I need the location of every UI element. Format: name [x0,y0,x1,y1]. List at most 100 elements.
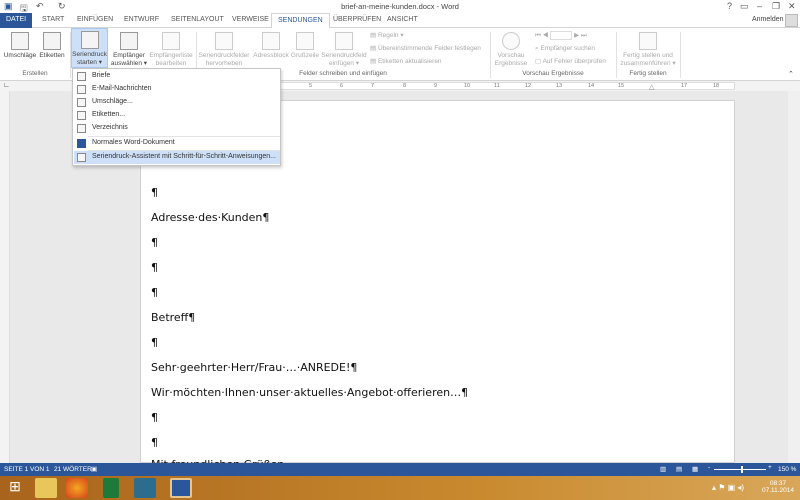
maximize-button[interactable]: ❐ [772,1,780,12]
adressblock-button[interactable]: Adressblock [252,30,290,60]
empfaenger-suchen-button[interactable]: ⌕ Empfänger suchen [535,45,595,53]
tray-icons[interactable]: ▴ ⚑ ▣ ◂) [712,483,744,492]
vorschau-ergebnisse-button[interactable]: Vorschau Ergebnisse [493,30,529,68]
menu-item-verzeichnis[interactable]: Verzeichnis [74,122,280,135]
remote-desktop-icon[interactable] [134,478,156,498]
read-mode-icon[interactable]: ▥ [660,465,666,473]
paragraph[interactable]: ¶ [151,261,158,274]
tab-verweise[interactable]: VERWEISE [227,15,274,24]
record-number-input[interactable] [550,31,573,40]
tab-selector-icon[interactable]: ∟ [3,82,10,89]
status-bar: SEITE 1 VON 1 21 WÖRTER ▣ ▥ ▤ ▦ - + 150 … [0,463,800,476]
windows-start-icon[interactable]: ⊞ [4,478,26,498]
word-logo-icon: ▣ [4,1,13,11]
paragraph[interactable]: ¶ [151,236,158,249]
tab-start[interactable]: START [37,15,69,24]
group-fertig: Fertig stellen [629,70,667,77]
help-button[interactable]: ? [727,1,732,11]
zoom-level[interactable]: 150 % [778,466,796,473]
ribbon-display-icon[interactable]: ▭ [740,1,749,12]
paragraph[interactable]: Wir·möchten·Ihnen·unser·aktuelles·Angebo… [151,386,468,399]
label: Seriendruckfelder [198,52,250,59]
label: Ergebnisse [494,60,528,67]
paragraph[interactable]: Betreff¶ [151,311,195,324]
ruler-tick: 15 [618,83,625,89]
menu-item-normales-dokument[interactable]: Normales Word-Dokument [74,137,280,150]
word-document-icon [77,139,86,148]
tab-seitenlayout[interactable]: SEITENLAYOUT [166,15,229,24]
signin-link[interactable]: Anmelden [752,16,784,23]
ruler-tick: 18 [713,83,720,89]
fertig-stellen-button[interactable]: Fertig stellen und zusammenführen ▾ [618,30,678,68]
grusszeile-button[interactable]: Grußzeile [290,30,320,60]
felder-festlegen-button[interactable]: ▤ Übereinstimmende Felder festlegen [370,44,481,52]
zoom-slider-thumb[interactable] [741,466,743,473]
empfaengerliste-bearbeiten-button[interactable]: Empfängerliste bearbeiten [148,30,194,68]
menu-item-umschlaege[interactable]: Umschläge... [74,96,280,109]
tab-entwurf[interactable]: ENTWURF [119,15,164,24]
collapse-ribbon-icon[interactable]: ⌃ [788,70,794,78]
zoom-out-button[interactable]: - [708,464,710,471]
indent-marker[interactable]: △ [649,83,654,91]
zoom-slider[interactable] [714,469,766,470]
etiketten-aktualisieren-button[interactable]: ▤ Etiketten aktualisieren [370,57,442,65]
tab-ueberpruefen[interactable]: ÜBERPRÜFEN [328,15,386,24]
clock[interactable]: 08:37 07.11.2014 [758,480,798,494]
seriendruckfeld-einfuegen-button[interactable]: Seriendruckfeld einfügen ▾ [320,30,368,68]
ruler-tick: 12 [525,83,532,89]
label: Grußzeile [290,52,320,59]
letter-icon [77,72,86,81]
file-explorer-icon[interactable] [35,478,57,498]
ruler-tick: 10 [464,83,471,89]
redo-icon[interactable]: ↻ [58,1,66,12]
ribbon-tabs: DATEI START EINFÜGEN ENTWURF SEITENLAYOU… [0,13,800,29]
paragraph[interactable]: ¶ [151,411,158,424]
regeln-button[interactable]: ▤ Regeln ▾ [370,31,404,39]
web-layout-icon[interactable]: ▦ [692,465,698,473]
avatar[interactable] [785,14,798,27]
paragraph[interactable]: Sehr·geehrter·Herr/Frau·…·ANREDE!¶ [151,361,357,374]
proofing-icon[interactable]: ▣ [91,465,97,473]
record-navigation[interactable]: ⏮ ◀ ▶ ⏭ [535,31,587,40]
excel-icon[interactable] [103,478,119,498]
label: auswählen ▾ [110,60,148,67]
menu-item-briefe[interactable]: Briefe [74,70,280,83]
tab-sendungen[interactable]: SENDUNGEN [271,13,330,29]
word-taskbar-icon[interactable] [170,478,192,498]
paragraph[interactable]: ¶ [151,186,158,199]
fehler-pruefen-button[interactable]: ▢ Auf Fehler überprüfen [535,57,606,65]
clock-date: 07.11.2014 [761,487,795,494]
paragraph[interactable]: ¶ [151,286,158,299]
ruler-tick: 11 [494,83,500,89]
tab-ansicht[interactable]: ANSICHT [382,15,423,24]
paragraph[interactable]: ¶ [151,436,158,449]
menu-item-seriendruck-assistent[interactable]: Seriendruck-Assistent mit Schritt-für-Sc… [74,151,280,164]
document-icon [80,31,99,49]
word-count[interactable]: 21 WÖRTER [54,466,92,473]
print-layout-icon[interactable]: ▤ [676,465,682,473]
undo-icon[interactable]: ↶ [36,1,44,12]
firefox-icon[interactable] [66,478,88,498]
paragraph[interactable]: ¶ [151,336,158,349]
minimize-button[interactable]: – [757,1,762,11]
address-block-icon [262,32,280,50]
seriendruckfelder-hervorheben-button[interactable]: Seriendruckfelder hervorheben [198,30,250,68]
labels-icon [77,111,86,120]
tab-einfuegen[interactable]: EINFÜGEN [72,15,118,24]
menu-item-email[interactable]: E-Mail-Nachrichten [74,83,280,96]
seriendruck-starten-button[interactable]: Seriendruck starten ▾ [71,28,108,68]
menu-item-etiketten[interactable]: Etiketten... [74,109,280,122]
vertical-scrollbar[interactable] [788,91,800,463]
tab-datei[interactable]: DATEI [0,13,33,28]
page-count[interactable]: SEITE 1 VON 1 [4,466,50,473]
empfaenger-auswaehlen-button[interactable]: Empfänger auswählen ▾ [110,30,148,68]
umschlaege-button[interactable]: Umschläge [2,30,38,60]
ruler-tick: 14 [588,83,595,89]
etiketten-button[interactable]: Etiketten [38,30,66,60]
paragraph[interactable]: Adresse·des·Kunden¶ [151,211,269,224]
insert-field-icon [335,32,353,50]
greeting-line-icon [296,32,314,50]
zoom-in-button[interactable]: + [768,464,772,471]
seriendruck-dropdown-menu: Briefe E-Mail-Nachrichten Umschläge... E… [72,68,281,166]
close-button[interactable]: ✕ [788,1,796,12]
